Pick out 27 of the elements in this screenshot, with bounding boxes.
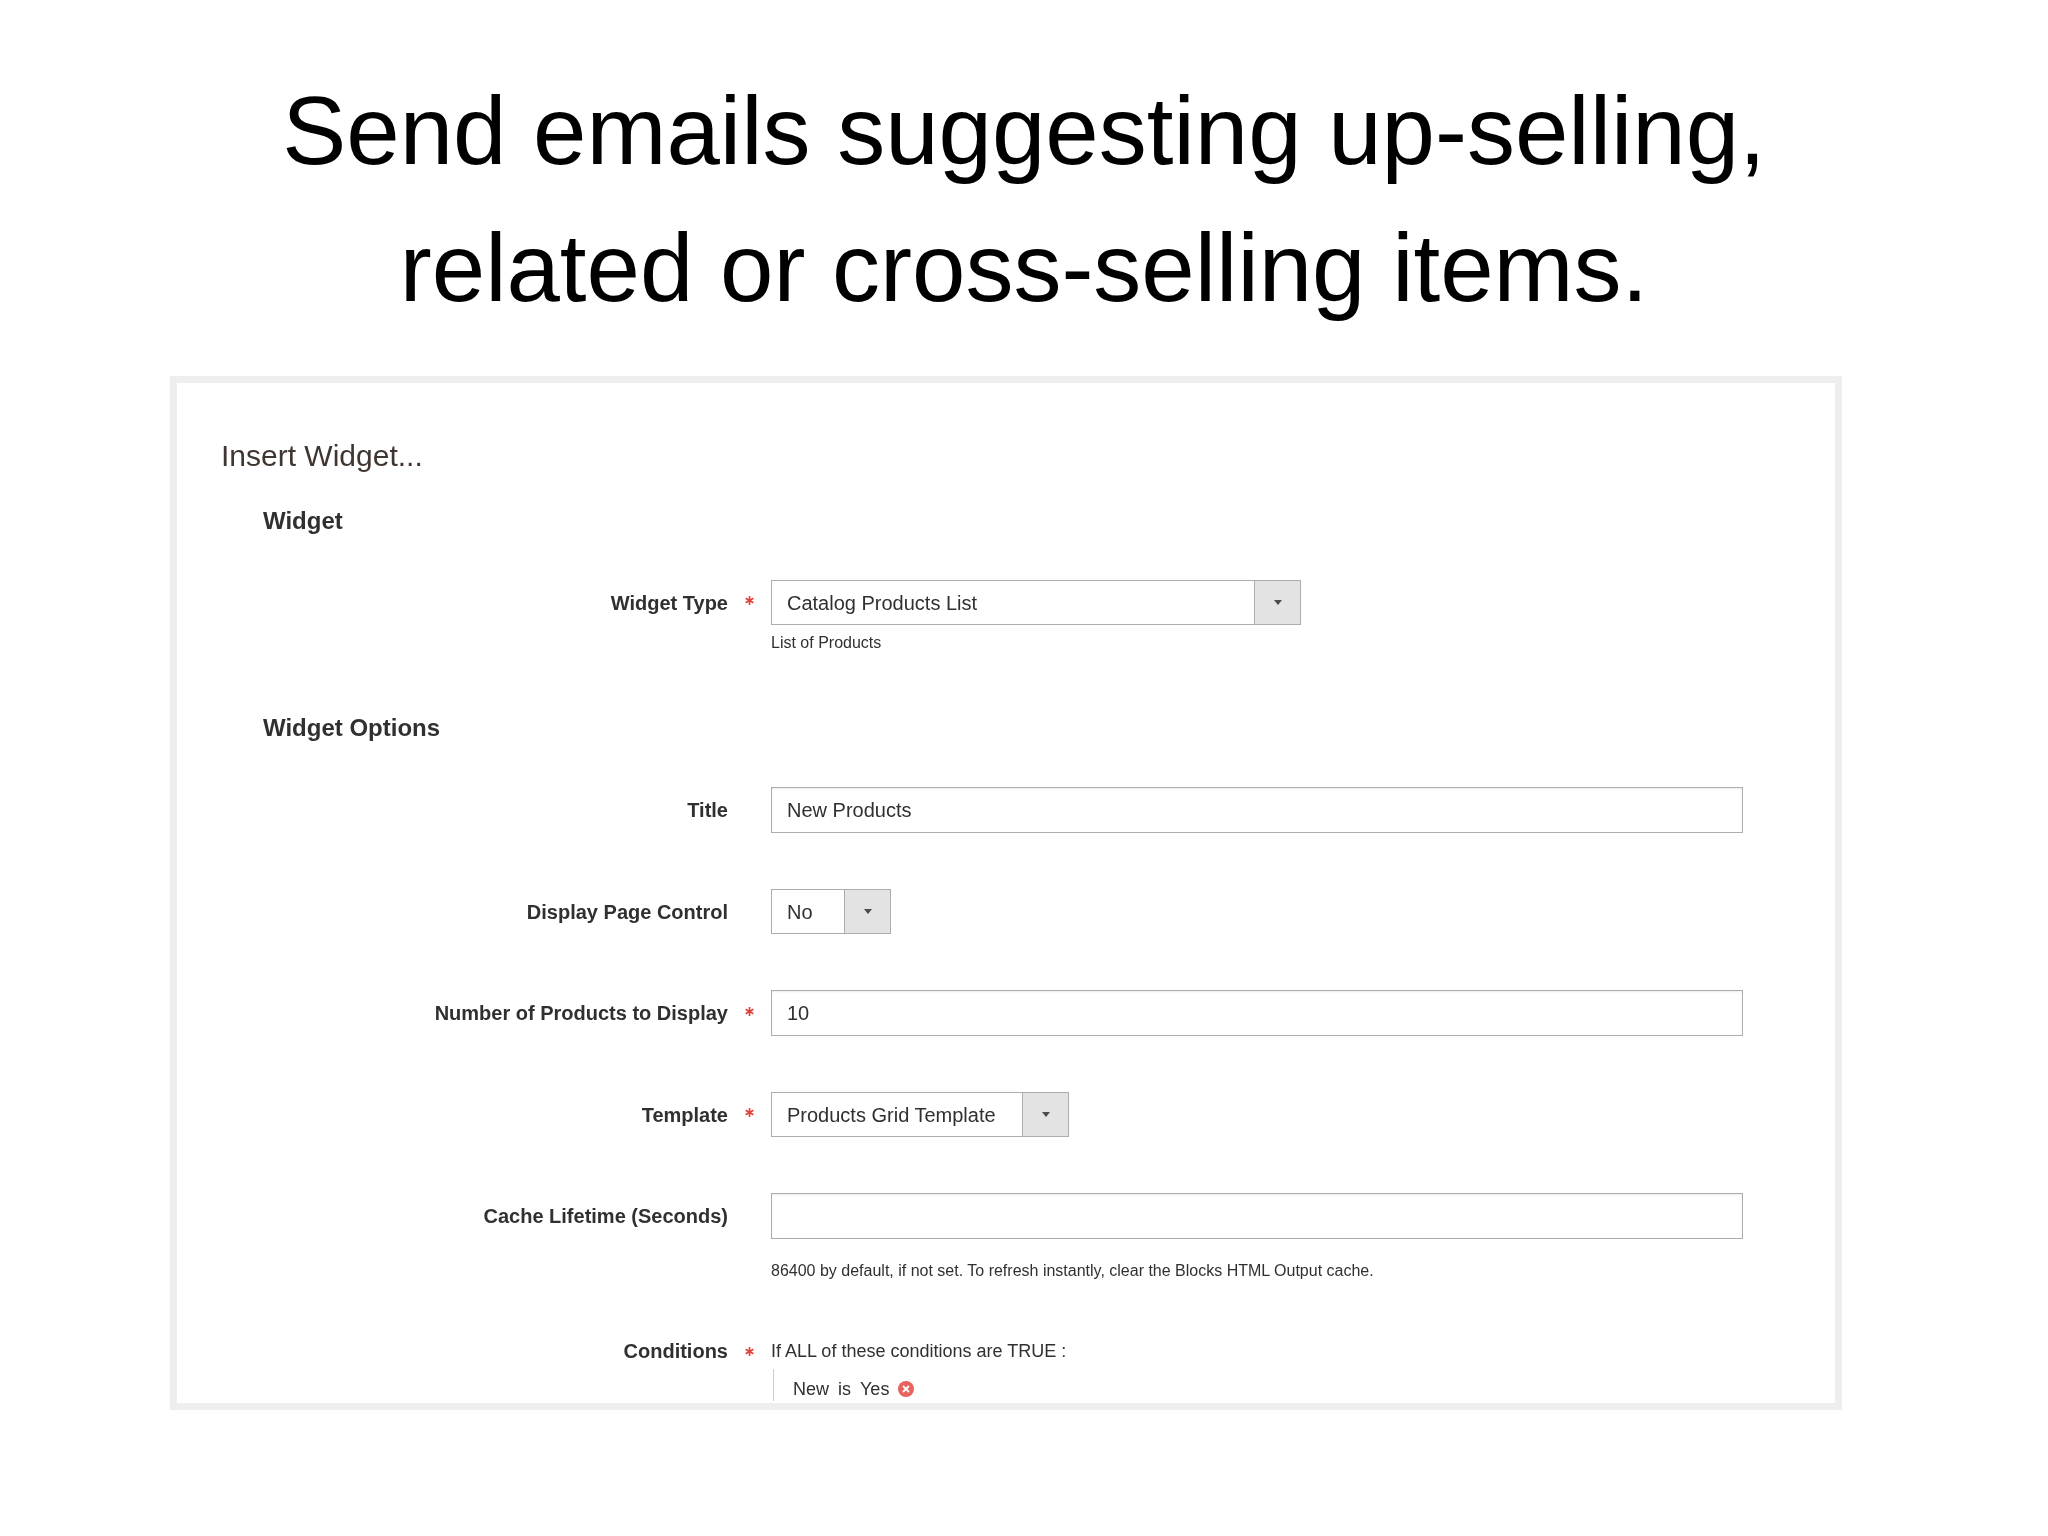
field-label: Title bbox=[687, 798, 728, 822]
field-label: Display Page Control bbox=[526, 899, 728, 924]
caret-icon bbox=[1041, 1112, 1050, 1117]
dropdown[interactable]: Products Grid Template bbox=[771, 1092, 1069, 1137]
section-heading: Widget bbox=[263, 507, 343, 535]
field-label: Conditions bbox=[623, 1339, 728, 1363]
text-field[interactable]: 10 bbox=[771, 990, 1743, 1036]
caret-icon bbox=[863, 909, 872, 914]
text-field[interactable]: New Products bbox=[771, 787, 1743, 833]
field-label: Number of Products to Display bbox=[434, 1001, 728, 1025]
text-field[interactable] bbox=[771, 1193, 1743, 1239]
section-heading: Widget Options bbox=[263, 714, 441, 742]
dropdown[interactable]: Catalog Products List bbox=[771, 580, 1301, 625]
condition-operator[interactable]: is bbox=[838, 1377, 851, 1401]
dropdown[interactable]: No bbox=[771, 889, 891, 934]
field-label: Widget Type bbox=[610, 590, 728, 615]
field-label: Template bbox=[641, 1102, 728, 1127]
slide-title: Send emails suggesting up-selling, related or cross-selling items. bbox=[281, 76, 1767, 323]
condition-attribute: New bbox=[793, 1378, 829, 1401]
field-hint: List of Products bbox=[771, 634, 882, 651]
remove-icon[interactable] bbox=[898, 1381, 915, 1397]
dialog-title: Insert Widget... bbox=[221, 439, 423, 473]
condition-value[interactable]: Yes bbox=[860, 1377, 890, 1401]
conditions-intro: If ALL of these conditions are TRUE : bbox=[771, 1340, 1067, 1363]
caret-icon bbox=[1273, 600, 1282, 605]
field-hint: 86400 by default, if not set. To refresh instantly, clear the Blocks HTML Output cache. bbox=[771, 1262, 1374, 1279]
field-label: Cache Lifetime (Seconds) bbox=[483, 1204, 728, 1228]
